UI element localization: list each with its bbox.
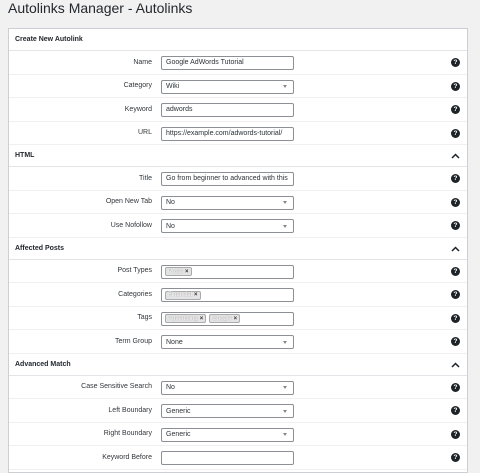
- help-icon[interactable]: ?: [451, 382, 460, 392]
- section-header-advanced-match[interactable]: Advanced Match: [9, 353, 467, 376]
- select-value: No: [166, 222, 175, 230]
- tags-multiselect[interactable]: Advertising × Google ×: [161, 311, 294, 326]
- selected-chip: Financial ×: [165, 290, 201, 300]
- field-label: Open New Tab: [105, 198, 152, 206]
- help-icon[interactable]: ?: [451, 174, 460, 183]
- select-value: Generic: [166, 407, 191, 415]
- selected-chip: Posts ×: [165, 267, 192, 276]
- section-title: HTML: [15, 152, 35, 159]
- form-row-category: Category Wiki?: [9, 75, 467, 98]
- help-icon[interactable]: ?: [451, 453, 460, 462]
- form-row-categories: Categories Financial ×?: [9, 283, 467, 307]
- section-header-create-new-autolink: Create New Autolink: [9, 29, 467, 51]
- keyword-input[interactable]: adwords: [161, 103, 294, 117]
- help-icon[interactable]: ?: [451, 221, 460, 230]
- chevron-up-icon[interactable]: [450, 360, 460, 370]
- form-row-open-new-tab: Open New Tab No?: [9, 191, 467, 214]
- help-icon[interactable]: ?: [451, 406, 460, 415]
- field-label: Title: [139, 174, 152, 182]
- left-boundary-select[interactable]: Generic: [161, 404, 294, 418]
- remove-chip-icon[interactable]: ×: [194, 291, 198, 299]
- field-label: Post Types: [117, 267, 152, 275]
- field-label: Use Nofollow: [110, 221, 152, 229]
- form-row-url: URL https://example.com/adwords-tutorial/…: [9, 122, 467, 145]
- field-label: Categories: [118, 290, 152, 298]
- section-title: Create New Autolink: [15, 36, 83, 43]
- form-row-title: Title Go from beginner to advanced with t…: [9, 167, 467, 191]
- field-label: Keyword Before: [102, 453, 152, 461]
- field-label: Left Boundary: [108, 406, 152, 414]
- field-label: Case Sensitive Search: [81, 383, 152, 391]
- remove-chip-icon[interactable]: ×: [185, 268, 189, 276]
- chip-label: Financial: [168, 292, 193, 298]
- chevron-up-icon[interactable]: [450, 151, 460, 161]
- chevron-down-icon: [283, 85, 287, 88]
- right-boundary-select[interactable]: Generic: [161, 427, 294, 442]
- post-types-multiselect[interactable]: Posts ×: [161, 264, 294, 279]
- help-icon[interactable]: ?: [451, 58, 460, 67]
- help-icon[interactable]: ?: [451, 429, 460, 439]
- form-row-keyword-before: Keyword Before?: [9, 446, 467, 470]
- categories-multiselect[interactable]: Financial ×: [161, 288, 294, 302]
- term-group-select[interactable]: None: [161, 335, 294, 349]
- selected-chip: Advertising ×: [165, 314, 207, 323]
- form-row-term-group: Term Group None?: [9, 330, 467, 354]
- url-input[interactable]: https://example.com/adwords-tutorial/: [161, 126, 294, 141]
- help-icon[interactable]: ?: [451, 128, 460, 138]
- select-value: Generic: [166, 431, 191, 438]
- form-row-left-boundary: Left Boundary Generic?: [9, 399, 467, 423]
- autolink-form-panel: Create New Autolink Name Google AdWords Tu…: [8, 28, 468, 473]
- chevron-up-icon[interactable]: [450, 244, 460, 254]
- chevron-down-icon: [283, 224, 287, 228]
- title-input[interactable]: Go from beginner to advanced with this: [161, 172, 294, 186]
- form-row-post-types: Post Types Posts ×?: [9, 260, 467, 283]
- field-label: Tags: [137, 314, 152, 322]
- section-header-html[interactable]: HTML: [9, 145, 467, 167]
- case-sensitive-search-select[interactable]: No: [161, 380, 294, 395]
- category-select[interactable]: Wiki: [161, 79, 294, 94]
- select-value: No: [166, 384, 175, 391]
- select-value: No: [166, 199, 175, 206]
- field-label: Name: [133, 58, 152, 66]
- chip-label: Google: [212, 315, 232, 322]
- section-title: Advanced Match: [15, 360, 71, 368]
- field-label: Category: [123, 82, 152, 90]
- chip-label: Advertising: [168, 315, 198, 322]
- help-icon[interactable]: ?: [451, 290, 460, 299]
- field-label: Keyword: [124, 105, 152, 113]
- section-header-affected-posts[interactable]: Affected Posts: [9, 237, 467, 260]
- page-title: Autolinks Manager - Autolinks: [8, 0, 193, 16]
- open-new-tab-select[interactable]: No: [161, 195, 294, 210]
- keyword-before-input[interactable]: [161, 451, 294, 465]
- help-icon[interactable]: ?: [451, 266, 460, 276]
- form-row-keyword: Keyword adwords?: [9, 98, 467, 122]
- form-row-case-sensitive-search: Case Sensitive Search No?: [9, 376, 467, 399]
- form-row-tags: Tags Advertising × Google ×?: [9, 307, 467, 330]
- form-row-name: Name Google AdWords Tutorial?: [9, 51, 467, 75]
- remove-chip-icon[interactable]: ×: [234, 315, 238, 323]
- field-label: Term Group: [115, 337, 152, 345]
- chip-label: Posts: [168, 268, 184, 275]
- field-label: Right Boundary: [103, 430, 152, 438]
- select-value: Wiki: [166, 83, 180, 90]
- help-icon[interactable]: ?: [451, 313, 460, 323]
- help-icon[interactable]: ?: [451, 105, 460, 114]
- chevron-down-icon: [283, 340, 287, 344]
- select-value: None: [166, 338, 183, 346]
- help-icon[interactable]: ?: [451, 81, 460, 91]
- selected-chip: Google ×: [209, 314, 241, 323]
- field-label: URL: [137, 129, 152, 137]
- form-row-use-nofollow: Use Nofollow No?: [9, 214, 467, 238]
- section-title: Affected Posts: [15, 244, 65, 252]
- help-icon[interactable]: ?: [451, 337, 460, 346]
- name-input[interactable]: Google AdWords Tutorial: [161, 56, 294, 70]
- help-icon[interactable]: ?: [451, 197, 460, 207]
- use-nofollow-select[interactable]: No: [161, 219, 294, 233]
- chevron-down-icon: [283, 409, 287, 413]
- chevron-down-icon: [283, 433, 287, 436]
- form-row-right-boundary: Right Boundary Generic?: [9, 423, 467, 446]
- chevron-down-icon: [283, 201, 287, 204]
- chevron-down-icon: [283, 386, 287, 389]
- remove-chip-icon[interactable]: ×: [200, 315, 204, 323]
